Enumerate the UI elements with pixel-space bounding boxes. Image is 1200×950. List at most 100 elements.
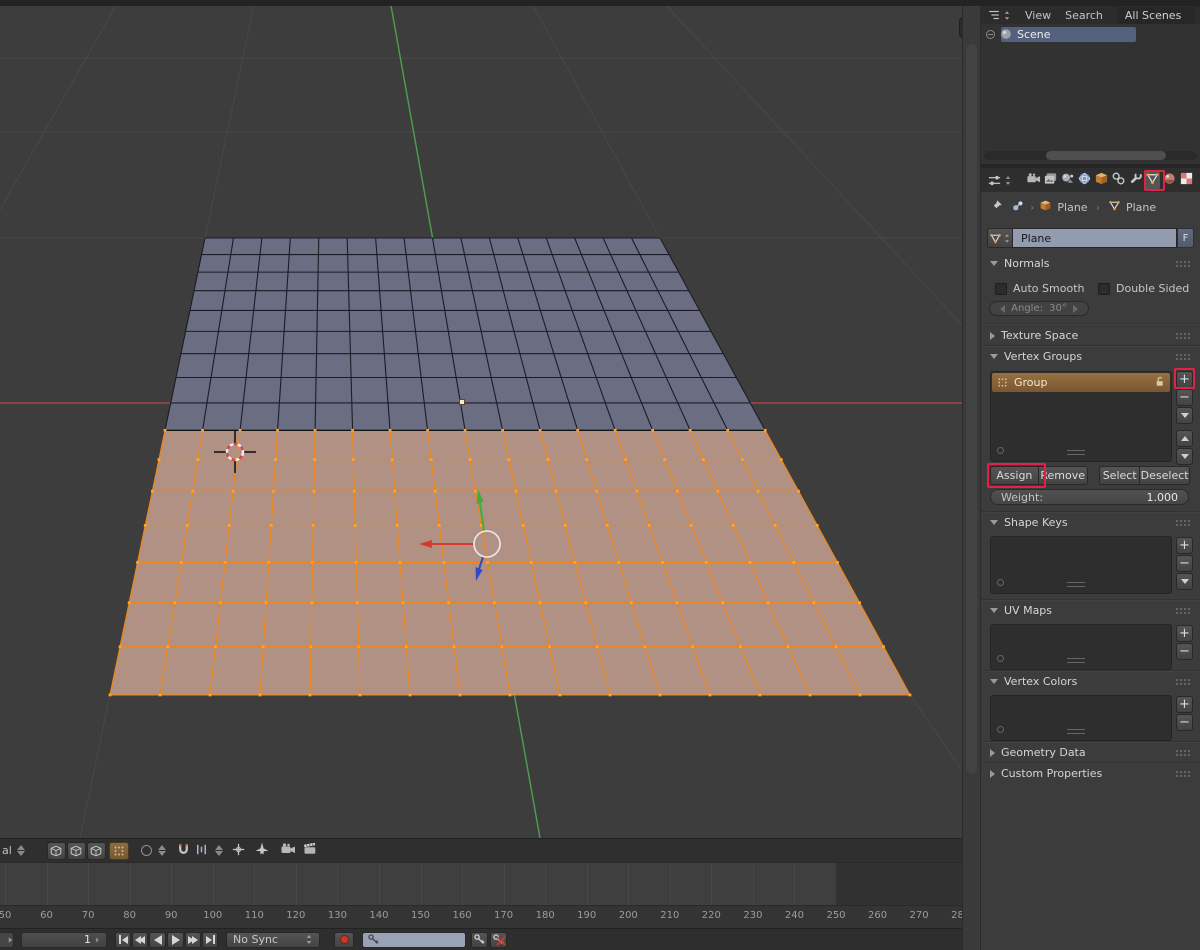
panel-grip-icon[interactable]: [1176, 749, 1190, 756]
breadcrumb-object[interactable]: Plane: [1057, 201, 1087, 214]
delete-keyframe-button[interactable]: [490, 931, 507, 948]
panel-grip-icon[interactable]: [1176, 260, 1190, 267]
auto-keyframe-button[interactable]: [334, 931, 354, 948]
list-filter-toggle-icon[interactable]: [997, 447, 1004, 454]
tab-constraints[interactable]: [1111, 171, 1126, 189]
play-reverse-button[interactable]: [149, 931, 166, 948]
timeline-tick-strip[interactable]: 50 60 70 80 90 100 110 120 130 140 150 160 170 180 190…: [0, 905, 962, 928]
panel-header-geometry-data[interactable]: Geometry Data: [990, 746, 1190, 759]
panel-header-uv-maps[interactable]: UV Maps: [990, 604, 1190, 617]
snap-target-icon[interactable]: [231, 842, 246, 860]
breadcrumb-data[interactable]: Plane: [1126, 201, 1156, 214]
mesh-browse-button[interactable]: [987, 228, 1013, 248]
end-frame-field-partial[interactable]: [0, 931, 14, 948]
panel-header-shape-keys[interactable]: Shape Keys: [990, 516, 1190, 529]
stepper-icon[interactable]: [157, 845, 166, 856]
opengl-render-icon[interactable]: [280, 841, 296, 860]
insert-keyframe-button[interactable]: [471, 931, 488, 948]
vertex-group-item-active[interactable]: Group: [992, 373, 1170, 392]
face-select-button[interactable]: [86, 841, 106, 860]
timeline-canvas[interactable]: [0, 862, 962, 905]
vertex-group-remove-button[interactable]: −: [1176, 389, 1193, 406]
tab-modifiers[interactable]: [1128, 171, 1143, 189]
tab-material[interactable]: [1162, 171, 1177, 189]
vertex-color-remove-button[interactable]: −: [1176, 714, 1193, 731]
vertex-group-move-up-button[interactable]: [1176, 430, 1193, 447]
next-keyframe-button[interactable]: [185, 931, 201, 948]
shape-key-remove-button[interactable]: −: [1176, 555, 1193, 572]
shape-key-add-button[interactable]: +: [1176, 537, 1193, 554]
jump-to-end-button[interactable]: [202, 931, 218, 948]
angle-slider[interactable]: Angle: 30°: [989, 301, 1089, 316]
assign-button[interactable]: Assign: [990, 466, 1039, 485]
tab-render[interactable]: [1026, 171, 1041, 189]
list-resize-grip[interactable]: [1067, 582, 1085, 587]
edge-select-button[interactable]: [66, 841, 86, 860]
snap-element-icon[interactable]: [194, 842, 209, 860]
limit-selection-visible-button[interactable]: [108, 841, 129, 860]
vertex-group-specials-button[interactable]: [1176, 407, 1193, 424]
proportional-edit-icon[interactable]: [140, 845, 152, 856]
vertex-groups-list[interactable]: Group: [990, 371, 1172, 462]
shape-key-specials-button[interactable]: [1176, 573, 1193, 590]
panel-grip-icon[interactable]: [1176, 519, 1190, 526]
viewport-scrollbar[interactable]: [966, 44, 977, 774]
uv-map-remove-button[interactable]: −: [1176, 643, 1193, 660]
sync-dropdown[interactable]: No Sync: [226, 931, 320, 948]
panel-header-texture-space[interactable]: Texture Space: [990, 329, 1190, 342]
keying-set-field[interactable]: [362, 931, 466, 948]
datablock-icon[interactable]: [1011, 199, 1025, 216]
panel-grip-icon[interactable]: [1176, 332, 1190, 339]
double-sided-checkbox[interactable]: [1098, 282, 1110, 295]
menu-view[interactable]: View: [1025, 9, 1051, 22]
vertex-group-add-button[interactable]: +: [1176, 371, 1193, 388]
menu-search[interactable]: Search: [1065, 9, 1103, 22]
jump-to-start-button[interactable]: [115, 931, 131, 948]
pin-icon[interactable]: [989, 199, 1003, 216]
tab-texture[interactable]: [1179, 171, 1194, 189]
viewport-3d[interactable]: [0, 0, 962, 838]
orientation-dropdown[interactable]: al: [2, 844, 12, 857]
outliner-row-scene[interactable]: − Scene: [981, 26, 1200, 42]
tab-scene[interactable]: [1060, 171, 1075, 189]
panel-grip-icon[interactable]: [1176, 678, 1190, 685]
editor-type-button[interactable]: [987, 173, 1012, 188]
panel-header-vertex-colors[interactable]: Vertex Colors: [990, 675, 1190, 688]
list-filter-toggle-icon[interactable]: [997, 655, 1004, 662]
collapse-icon[interactable]: −: [986, 29, 995, 39]
outliner-hscrollbar-track[interactable]: [984, 151, 1197, 160]
remove-button[interactable]: Remove: [1038, 466, 1088, 485]
list-resize-grip[interactable]: [1067, 450, 1085, 455]
stepper-icon[interactable]: [214, 845, 223, 856]
select-button[interactable]: Select: [1099, 466, 1141, 485]
list-resize-grip[interactable]: [1067, 658, 1085, 663]
prev-keyframe-button[interactable]: [132, 931, 148, 948]
vertex-color-add-button[interactable]: +: [1176, 696, 1193, 713]
editor-type-button[interactable]: [987, 8, 1011, 22]
mesh-name-field[interactable]: Plane: [1013, 228, 1177, 248]
panel-header-vertex-groups[interactable]: Vertex Groups: [990, 350, 1190, 363]
shape-keys-list[interactable]: [990, 536, 1172, 594]
deselect-button[interactable]: Deselect: [1140, 466, 1190, 485]
vertex-select-button[interactable]: [46, 841, 66, 860]
auto-smooth-checkbox[interactable]: [995, 282, 1007, 295]
uv-maps-list[interactable]: [990, 624, 1172, 670]
panel-grip-icon[interactable]: [1176, 607, 1190, 614]
snap-magnet-icon[interactable]: [176, 842, 191, 860]
uv-map-add-button[interactable]: +: [1176, 625, 1193, 642]
vertex-colors-list[interactable]: [990, 695, 1172, 741]
vertex-group-move-down-button[interactable]: [1176, 448, 1193, 465]
list-filter-toggle-icon[interactable]: [997, 726, 1004, 733]
panel-header-custom-properties[interactable]: Custom Properties: [990, 767, 1190, 780]
manipulator-icon[interactable]: [254, 841, 270, 860]
list-filter-toggle-icon[interactable]: [997, 579, 1004, 586]
stepper-icon[interactable]: [16, 845, 25, 856]
tab-world[interactable]: [1077, 171, 1092, 189]
weight-slider[interactable]: Weight: 1.000: [990, 489, 1189, 505]
current-frame-field[interactable]: 1: [21, 931, 107, 948]
opengl-render-anim-icon[interactable]: [302, 841, 318, 860]
panel-header-normals[interactable]: Normals: [990, 257, 1190, 270]
tab-object-data[interactable]: [1145, 171, 1160, 189]
display-mode-dropdown[interactable]: All Scenes: [1116, 6, 1196, 24]
fake-user-button[interactable]: F: [1177, 228, 1194, 248]
